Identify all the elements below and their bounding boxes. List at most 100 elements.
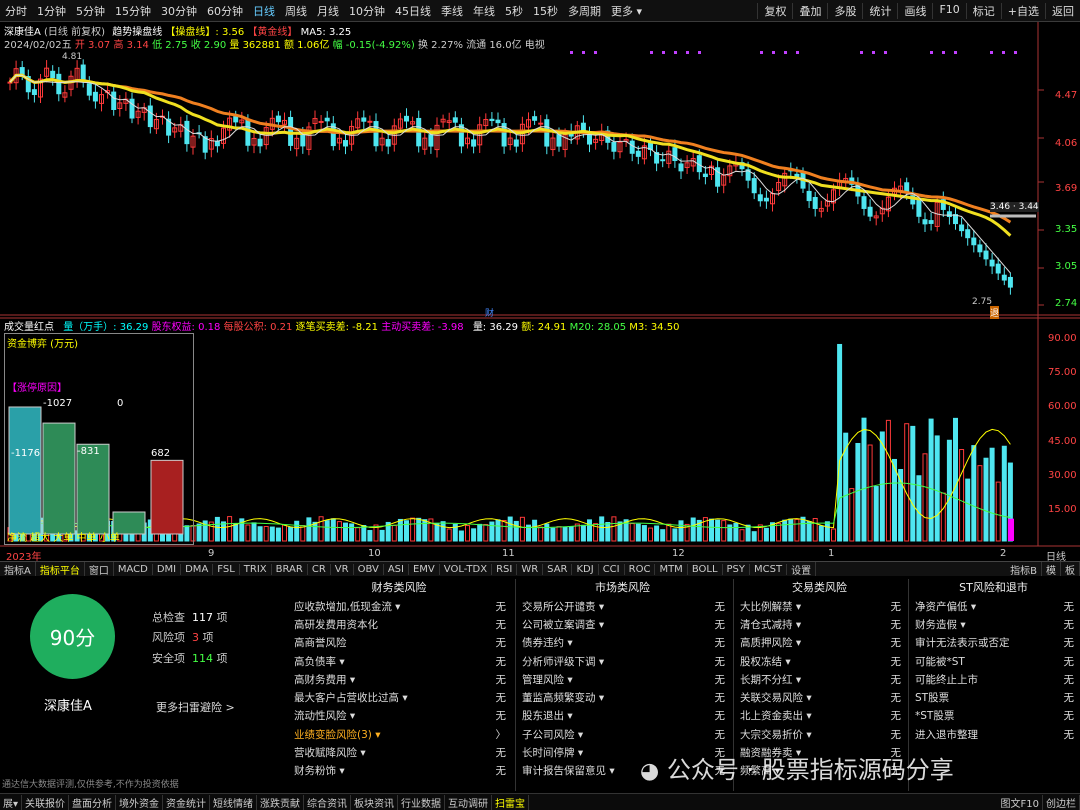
tool-button[interactable]: 返回: [1045, 2, 1080, 19]
indicator-tab[interactable]: FSL: [213, 563, 240, 575]
bottom-tab[interactable]: 涨跌贡献: [257, 794, 305, 810]
period-tab[interactable]: 月线: [312, 3, 344, 19]
indicator-tab[interactable]: CR: [308, 563, 331, 575]
risk-item[interactable]: 管理风险 ▾ 无: [516, 670, 729, 688]
indicator-tab[interactable]: ASI: [384, 563, 409, 575]
indicator-tab[interactable]: 指标平台: [36, 562, 85, 576]
risk-item[interactable]: 财务粉饰 ▾ 无: [288, 762, 510, 780]
bottom-tab[interactable]: 关联报价: [22, 794, 70, 810]
risk-item[interactable]: 子公司风险 ▾ 无: [516, 725, 729, 743]
indicator-tab[interactable]: WR: [517, 563, 544, 575]
tool-button[interactable]: 标记: [965, 2, 1001, 19]
risk-item[interactable]: 大比例解禁 ▾ 无: [734, 597, 905, 615]
indicator-tab[interactable]: EMV: [409, 563, 440, 575]
indicator-tab[interactable]: RSI: [492, 563, 518, 575]
period-tab-more[interactable]: 更多 ▾: [606, 3, 647, 19]
period-tab[interactable]: 45日线: [390, 3, 436, 19]
risk-item[interactable]: 高研发费用资本化 无: [288, 615, 510, 633]
risk-item[interactable]: 净资产偏低 ▾ 无: [909, 597, 1078, 615]
risk-item[interactable]: 股权冻结 ▾ 无: [734, 652, 905, 670]
indicator-tab[interactable]: PSY: [723, 563, 751, 575]
bottom-tab[interactable]: 短线情绪: [210, 794, 258, 810]
bottom-tab[interactable]: 盘面分析: [69, 794, 117, 810]
indicator-tab[interactable]: CCI: [599, 563, 625, 575]
board-tab[interactable]: 板: [1061, 562, 1080, 576]
period-tab[interactable]: 30分钟: [156, 3, 202, 19]
indicator-tab-b[interactable]: 指标B: [1006, 562, 1042, 576]
risk-item[interactable]: 可能被*ST 无: [909, 652, 1078, 670]
risk-item[interactable]: 可能终止上市 无: [909, 670, 1078, 688]
indicator-tab[interactable]: DMI: [153, 563, 182, 575]
risk-item[interactable]: *ST股票 无: [909, 707, 1078, 725]
indicator-tab[interactable]: KDJ: [572, 563, 599, 575]
indicator-tab[interactable]: MCST: [750, 563, 788, 575]
risk-item[interactable]: 流动性风险 ▾ 无: [288, 707, 510, 725]
period-tab[interactable]: 多周期: [563, 3, 606, 19]
period-tab[interactable]: 周线: [280, 3, 312, 19]
indicator-tab[interactable]: BRAR: [272, 563, 308, 575]
period-tab[interactable]: 15秒: [528, 3, 563, 19]
risk-item[interactable]: 股东退出 ▾ 无: [516, 707, 729, 725]
bottom-tab[interactable]: 行业数据: [398, 794, 446, 810]
period-tab[interactable]: 分时: [0, 3, 32, 19]
risk-item[interactable]: 进入退市整理 无: [909, 725, 1078, 743]
risk-item[interactable]: 应收款增加,低现金流 ▾ 无: [288, 597, 510, 615]
indicator-tab[interactable]: MTM: [655, 563, 688, 575]
risk-item[interactable]: 长期不分红 ▾ 无: [734, 670, 905, 688]
indicator-tab[interactable]: MACD: [114, 563, 153, 575]
risk-item[interactable]: 北上资金卖出 ▾ 无: [734, 707, 905, 725]
period-tab[interactable]: 5秒: [500, 3, 528, 19]
period-tab[interactable]: 季线: [436, 3, 468, 19]
period-tab[interactable]: 1分钟: [32, 3, 71, 19]
risk-item[interactable]: 债券违约 ▾ 无: [516, 634, 729, 652]
risk-item[interactable]: 高财务费用 ▾ 无: [288, 670, 510, 688]
period-tab[interactable]: 年线: [468, 3, 500, 19]
risk-item[interactable]: 财务造假 ▾ 无: [909, 615, 1078, 633]
indicator-tab[interactable]: TRIX: [240, 563, 272, 575]
indicator-tab[interactable]: 窗口: [85, 562, 114, 576]
indicator-tab[interactable]: VOL-TDX: [440, 563, 493, 575]
tool-button[interactable]: +自选: [1000, 2, 1045, 19]
risk-item[interactable]: 营收赋降风险 ▾ 无: [288, 743, 510, 761]
risk-item[interactable]: 交易所公开谴责 ▾ 无: [516, 597, 729, 615]
tool-button[interactable]: F10: [932, 2, 965, 19]
bottom-tab-active[interactable]: 扫雷宝: [492, 794, 530, 810]
risk-item[interactable]: 清仓式减持 ▾ 无: [734, 615, 905, 633]
tool-button[interactable]: 画线: [897, 2, 932, 19]
bottom-tab[interactable]: 综合资讯: [304, 794, 352, 810]
risk-item[interactable]: 关联交易风险 ▾ 无: [734, 688, 905, 706]
indicator-tab[interactable]: ROC: [625, 563, 656, 575]
risk-item[interactable]: 公司被立案调查 ▾ 无: [516, 615, 729, 633]
period-tab[interactable]: 15分钟: [110, 3, 156, 19]
bottom-tab[interactable]: 境外资金: [116, 794, 164, 810]
risk-item[interactable]: 大宗交易折价 ▾ 无: [734, 725, 905, 743]
bottom-tab[interactable]: 互动调研: [445, 794, 493, 810]
indicator-tab[interactable]: BOLL: [688, 563, 723, 575]
indicator-tab[interactable]: OBV: [354, 563, 384, 575]
risk-item[interactable]: 高质押风险 ▾ 无: [734, 634, 905, 652]
risk-item[interactable]: ST股票 无: [909, 688, 1078, 706]
risk-item[interactable]: 最大客户占营收比过高 ▾ 无: [288, 688, 510, 706]
template-tab[interactable]: 模: [1042, 562, 1061, 576]
indicator-tab[interactable]: 设置: [787, 562, 817, 576]
tool-button[interactable]: 统计: [862, 2, 897, 19]
tool-button[interactable]: 叠加: [792, 2, 827, 19]
tool-button[interactable]: 多股: [827, 2, 862, 19]
risk-item[interactable]: 董监高频繁变动 ▾ 无: [516, 688, 729, 706]
risk-item[interactable]: 高负债率 ▾ 无: [288, 652, 510, 670]
period-tab[interactable]: 10分钟: [344, 3, 390, 19]
risk-item[interactable]: 业绩变脸风险(3) ▾ 〉: [288, 725, 510, 743]
indicator-tab[interactable]: SAR: [543, 563, 573, 575]
sidebar-button[interactable]: 创边栏: [1043, 794, 1080, 810]
risk-item[interactable]: 审计无法表示或否定 无: [909, 634, 1078, 652]
risk-item[interactable]: 分析师评级下调 ▾ 无: [516, 652, 729, 670]
more-scan-link[interactable]: 更多扫雷避险 >: [156, 699, 235, 715]
period-tab[interactable]: 5分钟: [71, 3, 110, 19]
bottom-tab[interactable]: 展▾: [0, 794, 23, 810]
tool-button[interactable]: 复权: [757, 2, 792, 19]
period-tab[interactable]: 60分钟: [202, 3, 248, 19]
f10-button[interactable]: 图文F10: [998, 794, 1043, 810]
period-tab-active[interactable]: 日线: [248, 3, 280, 19]
indicator-tab[interactable]: DMA: [181, 563, 214, 575]
bottom-tab[interactable]: 资金统计: [163, 794, 211, 810]
